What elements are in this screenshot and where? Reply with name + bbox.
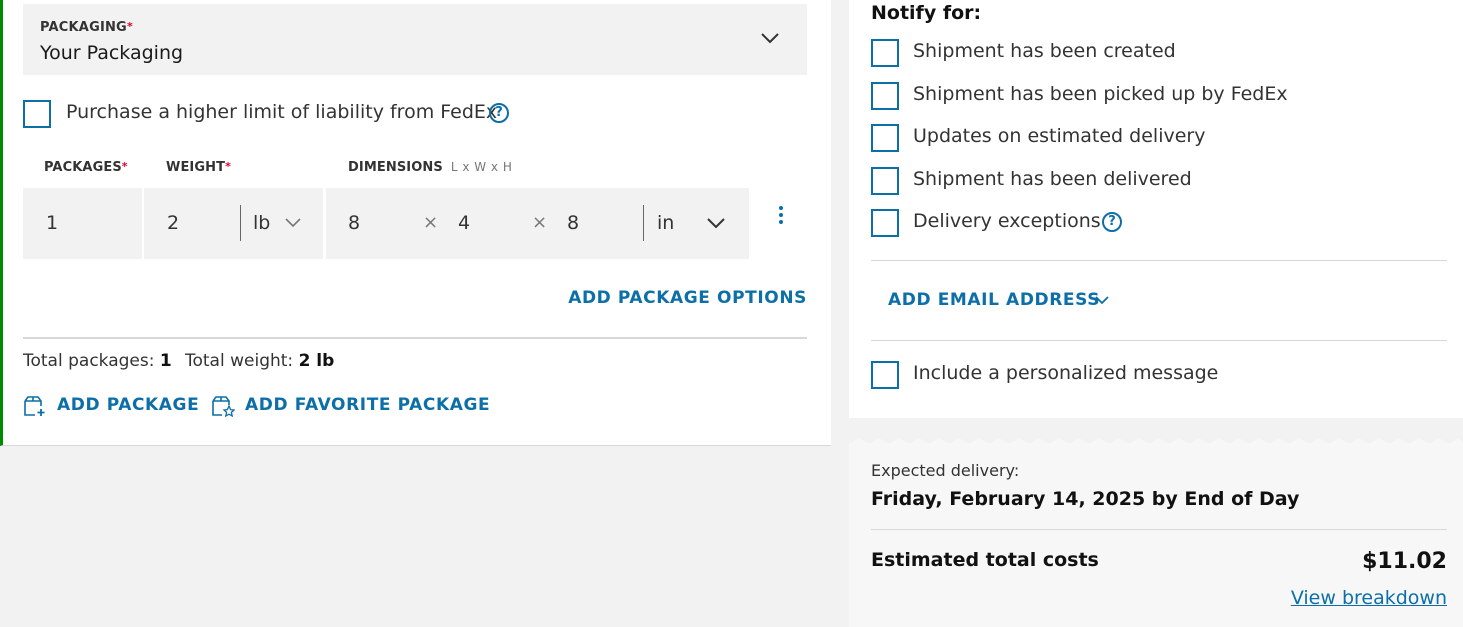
help-icon[interactable]: ?: [489, 103, 509, 123]
notify-delivered-label: Shipment has been delivered: [913, 168, 1192, 190]
more-options-icon[interactable]: [778, 206, 784, 226]
times-sign: ×: [423, 212, 439, 233]
notify-exceptions-label: Delivery exceptions: [913, 210, 1101, 232]
packaging-label: PACKAGING*: [40, 20, 133, 35]
weight-column-label: WEIGHT*: [166, 160, 231, 175]
add-package-button[interactable]: ADD PACKAGE: [57, 395, 199, 415]
total-weight: Total weight: 2 lb: [185, 351, 335, 371]
shipment-summary: Expected delivery: Friday, February 14, …: [849, 443, 1463, 627]
notify-created-label: Shipment has been created: [913, 40, 1176, 62]
liability-label: Purchase a higher limit of liability fro…: [66, 101, 498, 123]
notify-picked-up-label: Shipment has been picked up by FedEx: [913, 83, 1288, 105]
notify-estimated-delivery-label: Updates on estimated delivery: [913, 125, 1206, 147]
packages-input[interactable]: 1: [23, 188, 142, 259]
notify-estimated-delivery-checkbox[interactable]: [871, 124, 899, 152]
chevron-down-icon: [285, 218, 301, 228]
personal-message-checkbox[interactable]: [871, 361, 899, 389]
add-package-options-button[interactable]: ADD PACKAGE OPTIONS: [568, 288, 807, 308]
dimensions-input[interactable]: 8 × 4 × 8 in: [326, 188, 749, 259]
notify-created-checkbox[interactable]: [871, 39, 899, 67]
add-favorite-package-button[interactable]: ADD FAVORITE PACKAGE: [245, 395, 490, 415]
divider: [871, 340, 1447, 341]
estimated-total-costs-label: Estimated total costs: [871, 549, 1099, 571]
height-input[interactable]: 8: [567, 212, 579, 234]
liability-checkbox[interactable]: [23, 100, 51, 128]
notify-exceptions-checkbox[interactable]: [871, 209, 899, 237]
divider: [871, 260, 1447, 261]
times-sign: ×: [532, 212, 548, 233]
total-packages: Total packages: 1: [23, 351, 172, 371]
receipt-edge: [849, 418, 1463, 444]
divider: [643, 205, 644, 241]
dimension-unit-select[interactable]: in: [657, 212, 674, 234]
notify-picked-up-checkbox[interactable]: [871, 82, 899, 110]
packaging-select[interactable]: PACKAGING* Your Packaging: [23, 4, 807, 75]
notifications-panel: Notify for: Shipment has been created Sh…: [849, 0, 1463, 418]
expected-delivery-label: Expected delivery:: [871, 461, 1020, 480]
chevron-down-icon: [707, 218, 725, 229]
dimensions-column-label: DIMENSIONS L x W x H: [348, 160, 513, 175]
weight-input[interactable]: 2 lb: [144, 188, 323, 259]
personal-message-label: Include a personalized message: [913, 362, 1219, 384]
notify-delivered-checkbox[interactable]: [871, 167, 899, 195]
help-icon[interactable]: ?: [1102, 212, 1122, 232]
weight-unit-select[interactable]: lb: [253, 212, 270, 234]
notify-title: Notify for:: [871, 2, 982, 24]
add-email-address-button[interactable]: ADD EMAIL ADDRESS: [888, 290, 1100, 310]
packaging-value: Your Packaging: [40, 42, 184, 64]
view-breakdown-link[interactable]: View breakdown: [1291, 587, 1447, 609]
chevron-down-icon: [761, 33, 779, 44]
add-package-icon: [24, 396, 45, 416]
favorite-package-icon: [212, 396, 235, 417]
estimated-total-costs-value: $11.02: [1362, 549, 1447, 574]
divider: [871, 529, 1447, 530]
divider: [240, 205, 241, 241]
packages-column-label: PACKAGES*: [44, 160, 128, 175]
divider: [23, 337, 807, 339]
expected-delivery-date: Friday, February 14, 2025 by End of Day: [871, 488, 1300, 510]
length-input[interactable]: 8: [348, 212, 360, 234]
package-details-panel: PACKAGING* Your Packaging Purchase a hig…: [0, 0, 831, 446]
chevron-down-icon: [1095, 296, 1109, 305]
width-input[interactable]: 4: [458, 212, 470, 234]
